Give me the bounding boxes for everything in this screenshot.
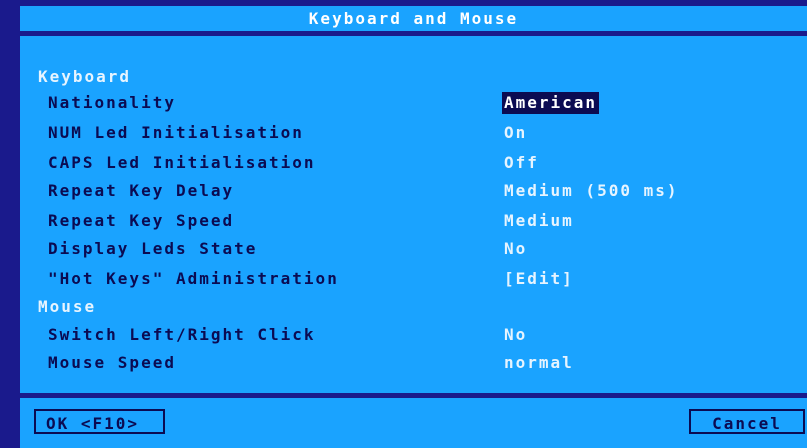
num-led-value[interactable]: On xyxy=(504,122,527,144)
switch-click-label: Switch Left/Right Click xyxy=(48,325,316,344)
hot-keys-edit-button[interactable]: [Edit] xyxy=(504,268,574,290)
window-title: Keyboard and Mouse xyxy=(20,6,807,31)
repeat-key-delay-label: Repeat Key Delay xyxy=(48,181,235,200)
caps-led-label: CAPS Led Initialisation xyxy=(48,153,316,172)
switch-click-value[interactable]: No xyxy=(504,324,527,346)
cancel-button[interactable]: Cancel xyxy=(689,409,805,434)
mouse-speed-label: Mouse Speed xyxy=(48,353,176,372)
caps-led-value[interactable]: Off xyxy=(504,152,539,174)
num-led-label: NUM Led Initialisation xyxy=(48,123,304,142)
display-leds-state-value[interactable]: No xyxy=(504,238,527,260)
nationality-label: Nationality xyxy=(48,93,176,112)
mouse-speed-value[interactable]: normal xyxy=(504,352,574,374)
button-bar: OK <F10> Cancel xyxy=(20,398,807,448)
hot-keys-admin-label: "Hot Keys" Administration xyxy=(48,269,339,288)
keyboard-mouse-dialog: Keyboard and Mouse Keyboard Nationality … xyxy=(0,0,807,448)
ok-button[interactable]: OK <F10> xyxy=(34,409,165,434)
section-keyboard: Keyboard xyxy=(38,67,132,86)
nationality-value[interactable]: American xyxy=(502,92,600,114)
display-leds-state-label: Display Leds State xyxy=(48,239,258,258)
repeat-key-delay-value[interactable]: Medium (500 ms) xyxy=(504,180,679,202)
repeat-key-speed-value[interactable]: Medium xyxy=(504,210,574,232)
section-mouse: Mouse xyxy=(38,297,97,316)
repeat-key-speed-label: Repeat Key Speed xyxy=(48,211,235,230)
settings-panel: Keyboard Nationality American NUM Led In… xyxy=(20,36,807,393)
